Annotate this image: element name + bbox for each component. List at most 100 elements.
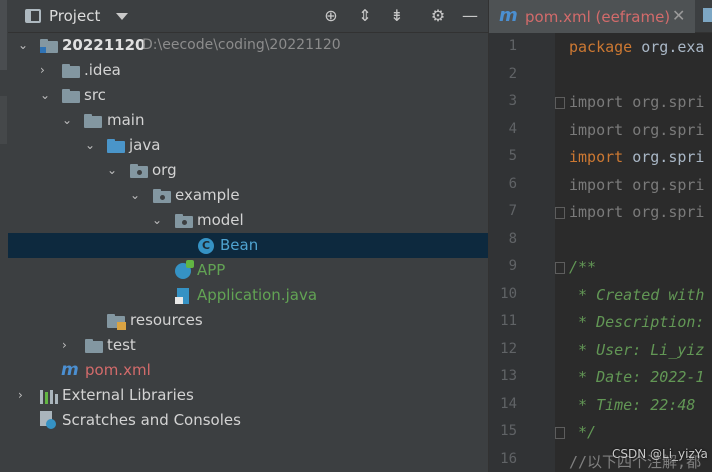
expanded-arrow-icon[interactable]: ⌄ [152,213,164,227]
line-number: 11 [500,313,517,329]
code-token: import [569,175,633,194]
expanded-arrow-icon[interactable]: ⌄ [130,188,142,202]
next-tab-icon[interactable] [703,8,712,22]
expanded-arrow-icon[interactable]: ⌄ [107,163,119,177]
folder-icon [84,114,102,128]
tree-row-root[interactable]: ⌄ 20221120 D:\eecode\coding\20221120 [8,33,488,58]
tab-pom-xml[interactable]: m pom.xml (eeframe) ✕ [489,0,695,33]
code-token: import [569,93,633,111]
code-token: org.exa [641,38,705,56]
tree-label: org [152,161,177,179]
code-token: /** [569,258,597,276]
scratches-icon [40,411,56,429]
folder-icon [62,89,80,103]
package-icon [175,214,193,228]
code-line: import org.spri [569,176,704,194]
tree-row-example[interactable]: ⌄ example [8,183,488,208]
crosshair-icon[interactable]: ⊕ [321,6,341,26]
code-token: org.spri [632,120,705,139]
tree-row-org[interactable]: ⌄ org [8,158,488,183]
source-folder-icon [107,139,125,153]
line-number: 1 [508,38,517,54]
fold-marker-icon[interactable] [555,427,565,439]
tree-label: .idea [84,61,121,79]
line-number: 3 [508,93,517,109]
library-icon [40,388,58,404]
code-token: * Created with [569,285,705,304]
line-number: 2 [508,65,517,82]
structure-tool-tab[interactable] [0,96,7,144]
package-icon [130,164,148,178]
package-icon [153,189,171,203]
resources-folder-icon [107,314,126,330]
collapsed-arrow-icon[interactable]: › [62,338,74,352]
code-line: /** [569,258,596,276]
tree-row-app[interactable]: APP [8,258,488,283]
tree-label: Scratches and Consoles [62,411,241,429]
code-token: package [569,38,642,56]
collapsed-arrow-icon[interactable]: › [18,388,30,402]
tree-label: src [84,86,106,104]
collapsed-arrow-icon[interactable]: › [40,63,52,77]
tree-row-bean[interactable]: C Bean [8,233,488,258]
code-line: * User: Li_yiz [569,341,704,359]
class-icon: C [198,238,214,254]
tree-row-idea[interactable]: › .idea [8,58,488,83]
line-gutter: 1 2 3 4 5 6 7 8 9 10 11 12 13 14 15 16 [489,33,555,472]
root-path: D:\eecode\coding\20221120 [142,37,341,53]
code-line: import org.spri [569,203,704,221]
tree-label: resources [130,311,203,329]
tree-label: java [129,136,161,154]
code-token: org.spri [632,148,705,166]
expanded-arrow-icon[interactable]: ⌄ [18,38,30,52]
code-line: * Created with [569,286,704,304]
tree-row-external-libraries[interactable]: › External Libraries [8,383,488,408]
code-token: import [569,120,633,139]
expanded-arrow-icon[interactable]: ⌄ [62,113,74,127]
tree-row-resources[interactable]: resources [8,308,488,333]
tree-label: APP [197,261,226,279]
line-number: 15 [500,423,517,439]
tree-row-main[interactable]: ⌄ main [8,108,488,133]
code-token: org.spri [632,203,705,221]
code-token: org.spri [632,93,705,111]
expand-all-icon[interactable]: ⇕ [355,6,375,26]
tree-row-src[interactable]: ⌄ src [8,83,488,108]
close-icon[interactable]: ✕ [672,6,685,25]
code-editor: m pom.xml (eeframe) ✕ 1 2 3 4 5 6 7 8 9 10 11 12 13 1… [488,0,712,472]
code-line: * Description: [569,313,704,331]
expanded-arrow-icon[interactable]: ⌄ [40,88,52,102]
line-number: 6 [508,175,517,192]
code-line: import org.spri [569,121,704,139]
project-tool-tab[interactable] [0,0,7,70]
line-number: 4 [508,120,517,137]
tree-row-java[interactable]: ⌄ java [8,133,488,158]
tree-label: main [107,111,145,129]
tree-row-test[interactable]: › test [8,333,488,358]
tab-title: pom.xml (eeframe) [525,8,671,26]
chevron-down-icon[interactable] [116,13,128,20]
panel-title[interactable]: Project [49,7,100,25]
collapse-all-icon[interactable]: ⇟ [387,6,407,26]
line-number: 16 [500,450,517,467]
code-token: import [569,148,633,166]
tree-label: pom.xml [85,361,151,379]
code-token: * Date: 2022-1 [569,368,705,386]
expanded-arrow-icon[interactable]: ⌄ [85,138,97,152]
tree-row-pom[interactable]: m pom.xml [8,358,488,383]
minimize-icon[interactable]: — [460,6,480,26]
fold-marker-icon[interactable] [555,97,565,109]
maven-icon: m [61,360,79,380]
project-panel-header: Project ⊕ ⇕ ⇟ ⚙ — [8,0,488,33]
fold-marker-icon[interactable] [555,207,565,219]
tree-row-application[interactable]: Application.java [8,283,488,308]
tree-row-scratches[interactable]: Scratches and Consoles [8,408,488,433]
gear-icon[interactable]: ⚙ [428,6,448,26]
line-number: 14 [500,395,517,412]
fold-marker-icon[interactable] [555,262,565,274]
code-line: import org.spri [569,148,704,166]
root-name: 20221120 [62,36,146,54]
tree-row-model[interactable]: ⌄ model [8,208,488,233]
code-token: */ [569,423,597,441]
code-line: */ [569,423,596,441]
